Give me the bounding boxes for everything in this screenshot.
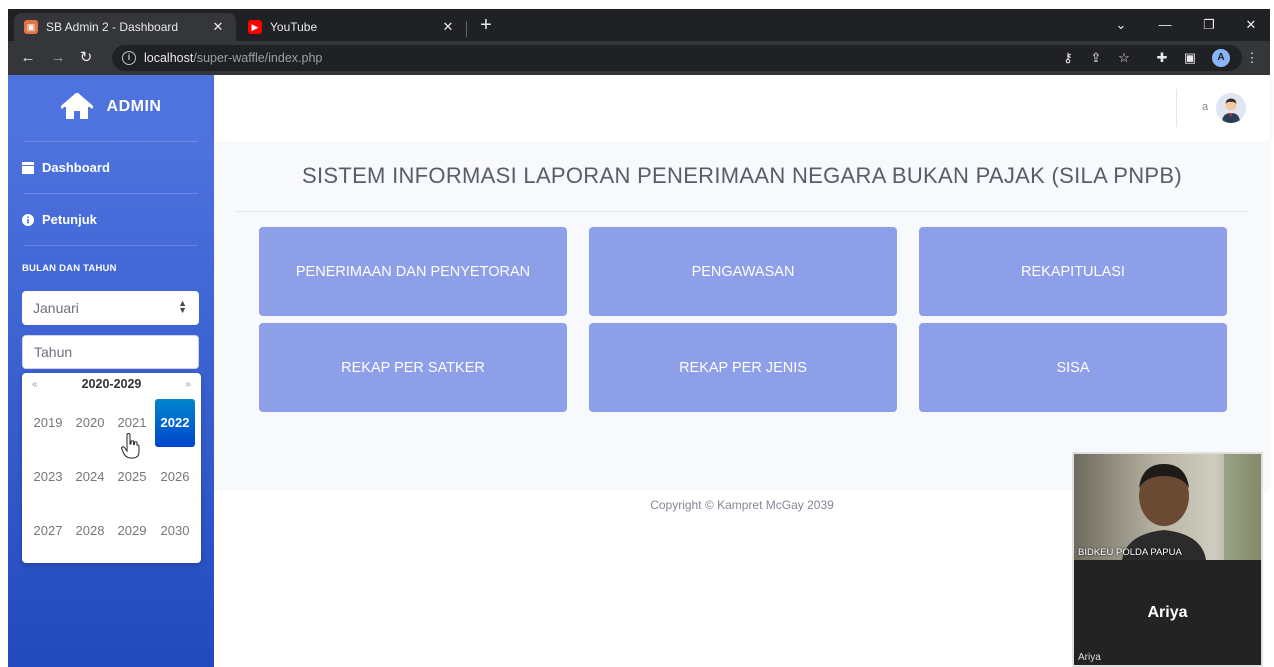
sidebar-item-petunjuk[interactable]: Petunjuk	[22, 212, 97, 227]
extensions-puzzle-icon[interactable]: ✚	[1152, 49, 1172, 67]
tab-separator	[466, 21, 467, 37]
sidebar-heading: BULAN DAN TAHUN	[22, 263, 117, 274]
menu-card-rekap-per-satker[interactable]: REKAP PER SATKER	[259, 323, 567, 412]
menu-card-rekap-per-jenis[interactable]: REKAP PER JENIS	[589, 323, 897, 412]
datepicker-year[interactable]: 2027	[28, 507, 68, 555]
restore-button[interactable]: ❐	[1192, 13, 1226, 37]
forward-button[interactable]: →	[46, 46, 70, 70]
datepicker-year[interactable]: 2023	[28, 453, 68, 501]
year-input[interactable]: Tahun	[22, 335, 199, 369]
sidebar-item-label: Dashboard	[42, 160, 110, 175]
menu-kebab-icon[interactable]: ⋮	[1242, 49, 1262, 67]
url-path: /super-waffle/index.php	[193, 51, 323, 65]
table-icon	[22, 161, 34, 174]
reload-button[interactable]: ↻	[74, 46, 98, 70]
menu-card-penerimaan[interactable]: PENERIMAAN DAN PENYETORAN	[259, 227, 567, 316]
main-content: SISTEM INFORMASI LAPORAN PENERIMAAN NEGA…	[214, 141, 1270, 491]
close-window-button[interactable]: ✕	[1234, 13, 1268, 37]
datepicker-decade-switch[interactable]: 2020-2029	[22, 377, 201, 395]
home-icon	[60, 93, 93, 119]
tab-search-icon[interactable]: ⌄	[1104, 13, 1138, 37]
bookmark-star-icon[interactable]: ☆	[1114, 49, 1134, 67]
video-feed-label: BIDKEU POLDA PAPUA	[1078, 547, 1182, 558]
sidebar-brand[interactable]: ADMIN	[8, 75, 214, 139]
profile-avatar[interactable]: A	[1212, 49, 1230, 67]
minimize-button[interactable]: —	[1148, 13, 1182, 37]
hand-pointer-cursor-icon	[121, 433, 140, 459]
brand-text: ADMIN	[106, 98, 162, 115]
participant-person-image	[1122, 454, 1261, 560]
year-datepicker: « 2020-2029 » 2019 2020 2021 2022 2023 2…	[22, 373, 201, 563]
tab-youtube[interactable]: ▶ YouTube ✕	[238, 13, 466, 41]
datepicker-year[interactable]: 2030	[155, 507, 195, 555]
datepicker-year[interactable]: 2019	[28, 399, 68, 447]
video-call-tile: BIDKEU POLDA PAPUA Ariya Ariya	[1072, 452, 1263, 667]
browser-tab-bar: ▣ SB Admin 2 - Dashboard ✕ ▶ YouTube ✕ +…	[8, 9, 1270, 41]
menu-card-pengawasan[interactable]: PENGAWASAN	[589, 227, 897, 316]
share-icon[interactable]: ⇪	[1086, 49, 1106, 67]
datepicker-next-button[interactable]: »	[185, 379, 191, 390]
topbar: a	[214, 75, 1270, 141]
sidebar-divider	[24, 141, 198, 142]
participant-name: Ariya	[1147, 604, 1188, 621]
title-divider	[236, 211, 1248, 212]
datepicker-year[interactable]: 2029	[112, 507, 152, 555]
tab-sb-admin[interactable]: ▣ SB Admin 2 - Dashboard ✕	[14, 13, 236, 41]
info-circle-icon	[22, 213, 34, 226]
new-tab-button[interactable]: +	[474, 13, 498, 37]
select-arrows-icon: ▲ ▼	[178, 298, 187, 315]
month-select-value: Januari	[33, 300, 79, 316]
side-panel-icon[interactable]: ▣	[1180, 49, 1200, 67]
sidebar-item-label: Petunjuk	[42, 212, 97, 227]
browser-toolbar: ← → ↻ i localhost/super-waffle/index.php…	[8, 41, 1270, 75]
sidebar-divider	[24, 193, 198, 194]
year-input-placeholder: Tahun	[34, 344, 73, 360]
url-host: localhost	[144, 51, 194, 65]
datepicker-year[interactable]: 2020	[70, 399, 110, 447]
password-key-icon[interactable]: ⚷	[1058, 49, 1078, 67]
participant-video-feed: BIDKEU POLDA PAPUA	[1074, 454, 1261, 560]
datepicker-year[interactable]: 2024	[70, 453, 110, 501]
participant-name-small: Ariya	[1078, 652, 1101, 663]
sidebar-item-dashboard[interactable]: Dashboard	[22, 160, 110, 175]
back-button[interactable]: ←	[16, 46, 40, 70]
tab-title: SB Admin 2 - Dashboard	[46, 20, 179, 34]
topbar-divider	[1176, 89, 1177, 127]
user-avatar-icon[interactable]	[1216, 93, 1246, 123]
close-tab-icon[interactable]: ✕	[210, 19, 226, 35]
site-info-icon[interactable]: i	[122, 51, 136, 65]
youtube-favicon-icon: ▶	[248, 20, 262, 34]
user-name[interactable]: a	[1202, 101, 1208, 113]
datepicker-year[interactable]: 2025	[112, 453, 152, 501]
close-tab-icon[interactable]: ✕	[440, 19, 456, 35]
month-select[interactable]: Januari ▲ ▼	[22, 291, 199, 325]
datepicker-year[interactable]: 2028	[70, 507, 110, 555]
tab-title: YouTube	[270, 20, 318, 34]
datepicker-year-selected[interactable]: 2022	[155, 399, 195, 447]
menu-card-rekapitulasi[interactable]: REKAPITULASI	[919, 227, 1227, 316]
sidebar: ADMIN Dashboard Petunjuk BULAN DAN TAHUN…	[8, 75, 214, 667]
datepicker-year[interactable]: 2026	[155, 453, 195, 501]
sb-admin-favicon-icon: ▣	[24, 20, 38, 34]
menu-card-sisa[interactable]: SISA	[919, 323, 1227, 412]
page-title: SISTEM INFORMASI LAPORAN PENERIMAAN NEGA…	[301, 163, 1183, 188]
sidebar-divider	[24, 245, 198, 246]
